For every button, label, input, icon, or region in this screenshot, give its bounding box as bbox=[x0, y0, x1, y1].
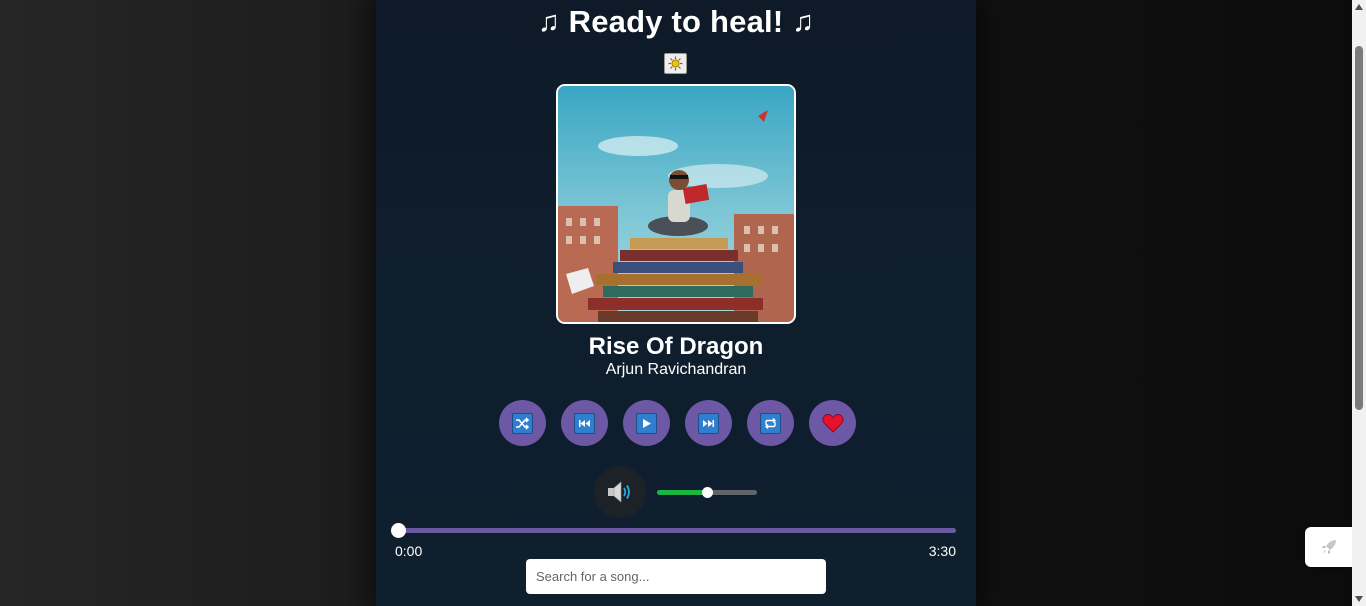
music-player: ♫ Ready to heal! ♫ Rise Of Dragon Arjun … bbox=[376, 0, 976, 606]
floating-action-button[interactable] bbox=[1305, 527, 1353, 567]
favorite-button[interactable] bbox=[809, 400, 856, 446]
previous-track-icon bbox=[574, 412, 595, 434]
next-track-icon bbox=[698, 412, 719, 434]
total-time: 3:30 bbox=[928, 543, 956, 559]
music-note-icon: ♫ bbox=[792, 6, 815, 38]
play-icon bbox=[636, 412, 657, 434]
theme-toggle-button[interactable] bbox=[664, 53, 687, 74]
play-button[interactable] bbox=[623, 400, 670, 446]
volume-button[interactable] bbox=[594, 466, 646, 518]
repeat-button[interactable] bbox=[747, 400, 794, 446]
shuffle-icon bbox=[512, 412, 533, 434]
page-title: ♫ Ready to heal! ♫ bbox=[376, 4, 976, 40]
page-scrollbar[interactable] bbox=[1352, 0, 1366, 606]
song-artist: Arjun Ravichandran bbox=[605, 361, 747, 378]
speaker-icon bbox=[608, 481, 630, 503]
playback-controls bbox=[499, 400, 856, 446]
scrollbar-thumb[interactable] bbox=[1355, 46, 1363, 410]
volume-slider[interactable] bbox=[657, 487, 757, 498]
volume-slider-fill bbox=[657, 490, 707, 495]
rocket-icon bbox=[1322, 540, 1336, 554]
shuffle-button[interactable] bbox=[499, 400, 546, 446]
sun-icon bbox=[668, 56, 683, 71]
previous-button[interactable] bbox=[561, 400, 608, 446]
page: ♫ Ready to heal! ♫ Rise Of Dragon Arjun … bbox=[0, 0, 1352, 606]
seek-bar[interactable] bbox=[391, 523, 956, 538]
song-title: Rise Of Dragon bbox=[588, 333, 764, 360]
search-input[interactable] bbox=[526, 559, 826, 594]
repeat-icon bbox=[760, 412, 781, 434]
album-cover bbox=[556, 84, 796, 324]
scroll-up-arrow-icon[interactable] bbox=[1352, 0, 1366, 14]
page-title-text: Ready to heal! bbox=[568, 4, 784, 39]
current-time: 0:00 bbox=[395, 543, 423, 559]
heart-icon bbox=[821, 414, 844, 433]
volume-slider-thumb[interactable] bbox=[702, 487, 713, 498]
scroll-down-arrow-icon[interactable] bbox=[1352, 592, 1366, 606]
next-button[interactable] bbox=[685, 400, 732, 446]
music-note-icon: ♫ bbox=[537, 6, 560, 38]
album-cover-image bbox=[558, 86, 794, 322]
seek-bar-thumb[interactable] bbox=[391, 523, 406, 538]
